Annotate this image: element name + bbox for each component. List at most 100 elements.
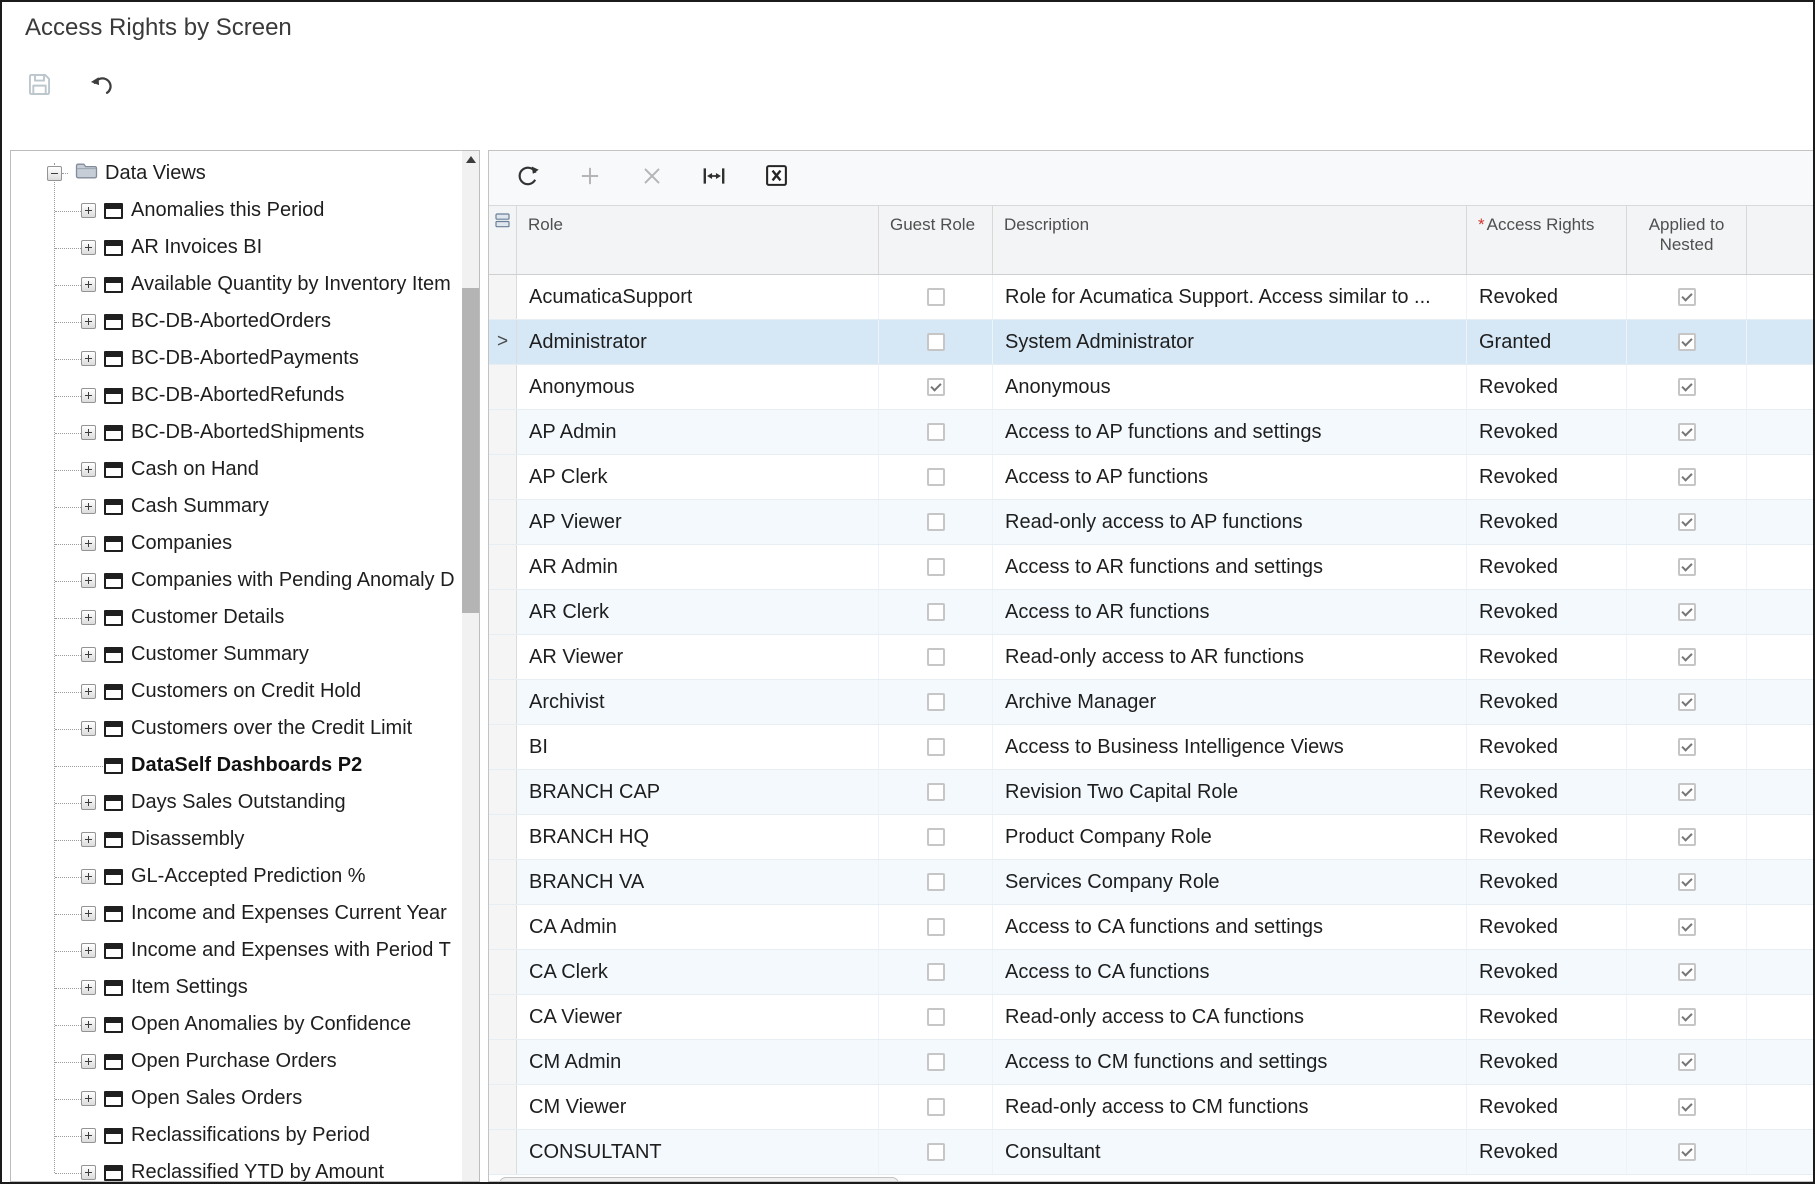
access-rights-cell[interactable]: Revoked (1467, 950, 1627, 994)
description-cell[interactable]: System Administrator (993, 320, 1467, 364)
column-header-applied-to-nested[interactable]: Applied to Nested (1627, 206, 1747, 274)
column-header-access-rights[interactable]: *Access Rights (1467, 206, 1627, 274)
applied-to-nested-checkbox[interactable] (1678, 738, 1696, 756)
column-header-description[interactable]: Description (993, 206, 1467, 274)
role-cell[interactable]: AcumaticaSupport (517, 275, 879, 319)
row-indicator-cell[interactable] (489, 545, 517, 589)
tree-item[interactable]: Cash on Hand (11, 451, 462, 488)
description-cell[interactable]: Read-only access to CA functions (993, 995, 1467, 1039)
guest-role-checkbox[interactable] (927, 603, 945, 621)
role-cell[interactable]: CA Admin (517, 905, 879, 949)
row-indicator-cell[interactable] (489, 815, 517, 859)
access-rights-cell[interactable]: Revoked (1467, 275, 1627, 319)
table-row[interactable]: AR Clerk Access to AR functionsRevoked (489, 590, 1813, 635)
tree-item[interactable]: Cash Summary (11, 488, 462, 525)
tree-item[interactable]: Available Quantity by Inventory Item (11, 266, 462, 303)
row-indicator-cell[interactable] (489, 680, 517, 724)
undo-button[interactable] (87, 73, 115, 101)
guest-role-cell[interactable] (879, 320, 993, 364)
applied-to-nested-checkbox[interactable] (1678, 693, 1696, 711)
role-cell[interactable]: AR Admin (517, 545, 879, 589)
tree-item[interactable]: Income and Expenses with Period T (11, 932, 462, 969)
applied-to-nested-cell[interactable] (1627, 770, 1747, 814)
applied-to-nested-cell[interactable] (1627, 815, 1747, 859)
access-rights-cell[interactable]: Granted (1467, 320, 1627, 364)
guest-role-checkbox[interactable] (927, 558, 945, 576)
description-cell[interactable]: Read-only access to CM functions (993, 1085, 1467, 1129)
expand-toggle-icon[interactable] (81, 869, 96, 884)
expand-toggle-icon[interactable] (81, 351, 96, 366)
tree-item[interactable]: BC-DB-AbortedOrders (11, 303, 462, 340)
tree-item[interactable]: BC-DB-AbortedRefunds (11, 377, 462, 414)
applied-to-nested-cell[interactable] (1627, 410, 1747, 454)
role-cell[interactable]: CM Viewer (517, 1085, 879, 1129)
access-rights-cell[interactable]: Revoked (1467, 500, 1627, 544)
guest-role-cell[interactable] (879, 635, 993, 679)
applied-to-nested-checkbox[interactable] (1678, 963, 1696, 981)
applied-to-nested-checkbox[interactable] (1678, 288, 1696, 306)
guest-role-checkbox[interactable] (927, 918, 945, 936)
expand-toggle-icon[interactable] (81, 314, 96, 329)
role-cell[interactable]: CA Clerk (517, 950, 879, 994)
access-rights-cell[interactable]: Revoked (1467, 860, 1627, 904)
role-cell[interactable]: AR Clerk (517, 590, 879, 634)
description-cell[interactable]: Anonymous (993, 365, 1467, 409)
tree-item[interactable]: Customer Summary (11, 636, 462, 673)
access-rights-cell[interactable]: Revoked (1467, 590, 1627, 634)
applied-to-nested-cell[interactable] (1627, 995, 1747, 1039)
description-cell[interactable]: Access to CA functions and settings (993, 905, 1467, 949)
expand-toggle-icon[interactable] (81, 499, 96, 514)
guest-role-cell[interactable] (879, 545, 993, 589)
row-indicator-cell[interactable]: > (489, 320, 517, 364)
applied-to-nested-cell[interactable] (1627, 1040, 1747, 1084)
row-indicator-cell[interactable] (489, 410, 517, 454)
tree-item[interactable]: Open Purchase Orders (11, 1043, 462, 1080)
access-rights-cell[interactable]: Revoked (1467, 770, 1627, 814)
row-settings-header-cell[interactable] (489, 206, 517, 274)
expand-toggle-icon[interactable] (81, 203, 96, 218)
expand-toggle-icon[interactable] (81, 277, 96, 292)
guest-role-cell[interactable] (879, 1085, 993, 1129)
table-row[interactable]: CONSULTANTConsultantRevoked (489, 1130, 1813, 1175)
expand-toggle-icon[interactable] (81, 388, 96, 403)
row-indicator-cell[interactable] (489, 590, 517, 634)
access-rights-cell[interactable]: Revoked (1467, 815, 1627, 859)
applied-to-nested-checkbox[interactable] (1678, 828, 1696, 846)
access-rights-cell[interactable]: Revoked (1467, 1130, 1627, 1174)
guest-role-cell[interactable] (879, 860, 993, 904)
description-cell[interactable]: Access to Business Intelligence Views (993, 725, 1467, 769)
description-cell[interactable]: Product Company Role (993, 815, 1467, 859)
guest-role-cell[interactable] (879, 500, 993, 544)
table-row[interactable]: CM Viewer Read-only access to CM function… (489, 1085, 1813, 1130)
tree-item[interactable]: Open Anomalies by Confidence (11, 1006, 462, 1043)
expand-toggle-icon[interactable] (81, 610, 96, 625)
row-indicator-cell[interactable] (489, 725, 517, 769)
role-cell[interactable]: AP Viewer (517, 500, 879, 544)
guest-role-cell[interactable] (879, 680, 993, 724)
description-cell[interactable]: Access to AR functions (993, 590, 1467, 634)
row-indicator-cell[interactable] (489, 770, 517, 814)
add-row-button[interactable] (559, 156, 621, 200)
applied-to-nested-cell[interactable] (1627, 1085, 1747, 1129)
tree-item[interactable]: Open Sales Orders (11, 1080, 462, 1117)
guest-role-cell[interactable] (879, 590, 993, 634)
row-indicator-cell[interactable] (489, 1085, 517, 1129)
access-rights-cell[interactable]: Revoked (1467, 680, 1627, 724)
description-cell[interactable]: Access to AP functions and settings (993, 410, 1467, 454)
expand-toggle-icon[interactable] (81, 980, 96, 995)
row-indicator-cell[interactable] (489, 635, 517, 679)
applied-to-nested-cell[interactable] (1627, 950, 1747, 994)
table-row[interactable]: CA Admin Access to CA functions and setti… (489, 905, 1813, 950)
applied-to-nested-checkbox[interactable] (1678, 918, 1696, 936)
save-button[interactable] (25, 73, 53, 101)
applied-to-nested-checkbox[interactable] (1678, 513, 1696, 531)
guest-role-cell[interactable] (879, 1040, 993, 1084)
guest-role-checkbox[interactable] (927, 783, 945, 801)
guest-role-cell[interactable] (879, 950, 993, 994)
fit-width-button[interactable] (683, 156, 745, 200)
expand-toggle-icon[interactable] (81, 425, 96, 440)
table-row[interactable]: AP ViewerRead-only access to AP function… (489, 500, 1813, 545)
expand-toggle-icon[interactable] (81, 573, 96, 588)
expand-toggle-icon[interactable] (81, 240, 96, 255)
expand-toggle-icon[interactable] (81, 647, 96, 662)
